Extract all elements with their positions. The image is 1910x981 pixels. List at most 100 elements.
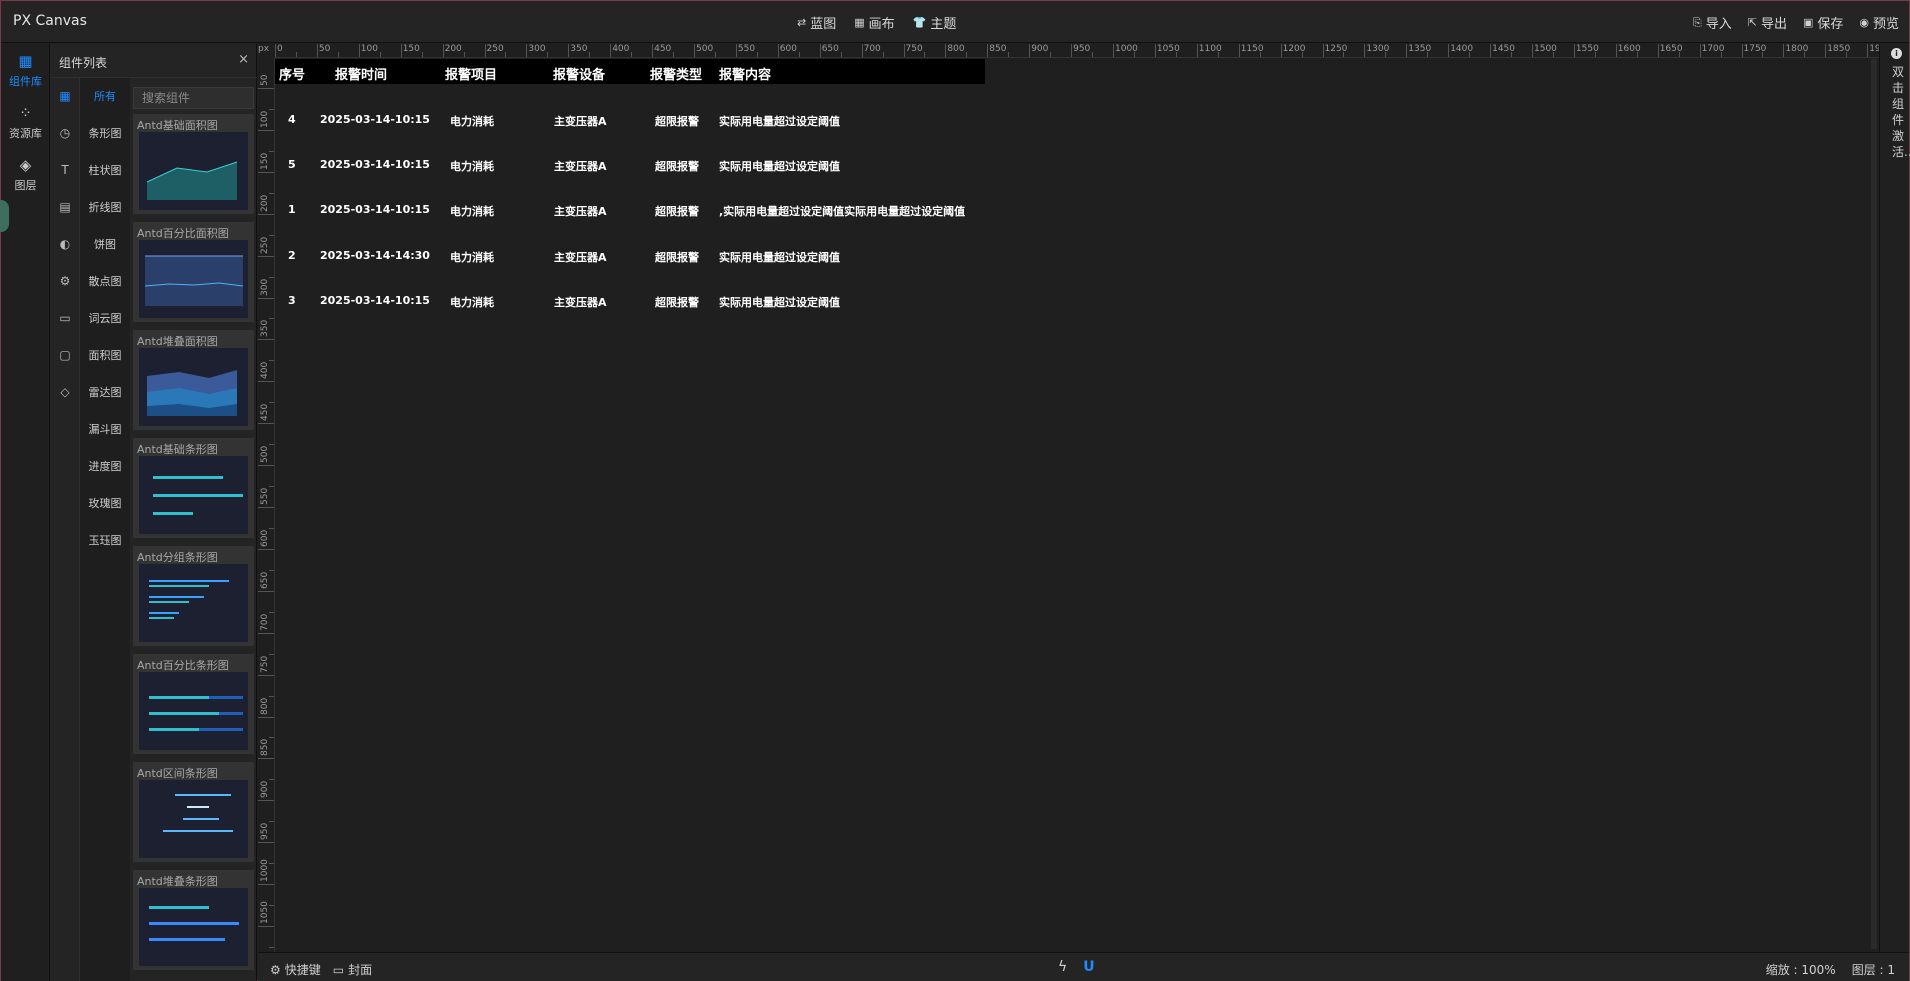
ruler-minor-tick (269, 234, 274, 236)
table-row[interactable]: 4 2025-03-14-10:15 电力消耗 主变压器A 超限报警 实际用电量… (275, 113, 985, 133)
search-input[interactable] (133, 87, 254, 109)
save-label: 保存 (1817, 17, 1844, 32)
cover-button[interactable]: ▭ 封面 (333, 961, 372, 978)
ruler-label: 250 (260, 236, 270, 254)
zoom-level: 缩放 : 100% (1765, 963, 1836, 977)
map-icon[interactable]: ▤ (57, 199, 73, 215)
text-icon[interactable]: T (57, 162, 73, 178)
close-icon[interactable]: × (238, 52, 249, 67)
component-card[interactable]: Antd堆叠条形图 (133, 870, 254, 970)
video-icon[interactable]: ▭ (57, 310, 73, 326)
diamond-icon[interactable]: ◇ (57, 384, 73, 400)
category-all[interactable]: 所有 (80, 88, 130, 104)
table-row[interactable]: 2 2025-03-14-14:30 电力消耗 主变压器A 超限报警 实际用电量… (275, 249, 985, 269)
import-label: 导入 (1705, 17, 1732, 32)
rail-item-resources[interactable]: ⁘ 资源库 (1, 104, 50, 141)
category-bar[interactable]: 条形图 (80, 125, 130, 141)
shortcuts-label: 快捷键 (284, 963, 321, 977)
ruler-major-tick (484, 44, 486, 57)
clock-icon[interactable]: ◷ (57, 125, 73, 141)
canvas-scrollbar[interactable] (1871, 59, 1877, 949)
component-card[interactable]: Antd堆叠面积图 (133, 330, 254, 430)
ruler-major-tick (258, 548, 274, 550)
category-funnel[interactable]: 漏斗图 (80, 421, 130, 437)
ruler-major-tick (258, 632, 274, 634)
cell-type: 超限报警 (655, 115, 699, 128)
ruler-minor-tick (295, 52, 297, 57)
canvas-button[interactable]: ▦ 画布 (854, 13, 894, 32)
ruler-major-tick (258, 926, 274, 927)
category-line[interactable]: 折线图 (80, 199, 130, 215)
table-row[interactable]: 3 2025-03-14-10:15 电力消耗 主变压器A 超限报警 实际用电量… (275, 294, 985, 314)
rail-item-layers[interactable]: ◈ 图层 (1, 156, 50, 193)
category-progress[interactable]: 进度图 (80, 458, 130, 474)
float-handle[interactable] (0, 200, 9, 232)
ruler-major-tick (258, 884, 274, 886)
header-content: 报警内容 (719, 68, 772, 83)
palette-icon[interactable]: ◐ (57, 236, 73, 252)
bottom-right: 缩放 : 100% 图层 : 1 (1766, 961, 1895, 978)
ruler-label: 500 (260, 445, 270, 464)
cell-device: 主变压器A (554, 296, 607, 309)
ruler-minor-tick (882, 52, 884, 57)
ruler-major-tick (526, 44, 528, 57)
info-icon: i (1891, 48, 1902, 59)
ruler-label: 1150 (1240, 44, 1264, 54)
category-wordcloud[interactable]: 词云图 (80, 310, 130, 326)
ruler-major-tick (258, 758, 274, 760)
import-button[interactable]: ⎘ 导入 (1693, 13, 1732, 33)
component-card[interactable]: Antd百分比面积图 (133, 222, 254, 322)
component-card[interactable]: Antd百分比条形图 (133, 654, 254, 754)
panel-header: 组件列表 × (50, 44, 257, 78)
ruler-minor-tick (337, 52, 339, 57)
component-card[interactable]: Antd分组条形图 (133, 546, 254, 646)
ruler-major-tick (1448, 44, 1450, 57)
magnet-icon[interactable]: U (1083, 959, 1094, 975)
ruler-minor-tick (714, 52, 716, 57)
ruler-label: 1550 (1575, 44, 1599, 54)
canvas-area[interactable]: px 0 50 100 150 200 250 300 350 400 450 500 550 600 6… (258, 44, 1879, 952)
category-column[interactable]: 柱状图 (80, 162, 130, 178)
ruler-unit: px (258, 44, 270, 54)
ruler-label: 1750 (1743, 44, 1767, 54)
component-card[interactable]: Antd区间条形图 (133, 762, 254, 862)
theme-button[interactable]: 👕 主题 (913, 13, 957, 32)
window-icon[interactable]: ▢ (57, 347, 73, 363)
ruler-major-tick (945, 44, 947, 57)
shortcuts-button[interactable]: ⚙ 快捷键 (270, 961, 321, 978)
category-radar[interactable]: 雷达图 (80, 384, 130, 400)
blueprint-button[interactable]: ⇄ 蓝图 (797, 13, 836, 32)
category-area[interactable]: 面积图 (80, 347, 130, 363)
component-card[interactable]: Antd基础条形图 (133, 438, 254, 538)
category-scatter[interactable]: 散点图 (80, 273, 130, 289)
ruler-major-tick (258, 339, 274, 341)
app-title: PX Canvas (13, 13, 87, 29)
table-row[interactable]: 5 2025-03-14-10:15 电力消耗 主变压器A 超限报警 实际用电量… (275, 158, 985, 178)
ruler-label: 750 (260, 655, 270, 673)
ruler-label: 1900 (1869, 44, 1879, 54)
gear-icon[interactable]: ⚙ (57, 273, 73, 289)
ruler-major-tick (258, 716, 274, 718)
category-pie[interactable]: 饼图 (80, 236, 130, 252)
panel-title: 组件列表 (59, 56, 108, 70)
component-card[interactable]: Antd基础面积图 (133, 114, 254, 214)
ruler-major-tick (1657, 44, 1659, 57)
ruler-major-tick (903, 44, 905, 57)
preview-button[interactable]: ◉ 预览 (1859, 13, 1899, 32)
eye-icon: ◉ (1859, 16, 1869, 29)
cell-content: 实际用电量超过设定阈值 (719, 115, 840, 128)
ruler-minor-tick (421, 52, 423, 57)
lightning-icon[interactable]: ϟ (1058, 959, 1067, 975)
export-button[interactable]: ⇱ 导出 (1748, 13, 1787, 32)
save-button[interactable]: ▣ 保存 (1803, 13, 1843, 32)
all-grid-icon[interactable]: ▦ (57, 88, 73, 104)
category-jade[interactable]: 玉珏图 (80, 532, 130, 548)
ruler-label: 50 (318, 44, 331, 54)
card-title: Antd堆叠条形图 (137, 875, 218, 888)
ruler-label: 1650 (1659, 44, 1683, 54)
ruler-major-tick (610, 44, 612, 57)
table-row[interactable]: 1 2025-03-14-10:15 电力消耗 主变压器A 超限报警 ,实际用电… (275, 203, 985, 223)
rail-item-components[interactable]: ▦ 组件库 (1, 52, 50, 89)
category-rose[interactable]: 玫瑰图 (80, 495, 130, 511)
ruler-label: 850 (260, 739, 270, 757)
